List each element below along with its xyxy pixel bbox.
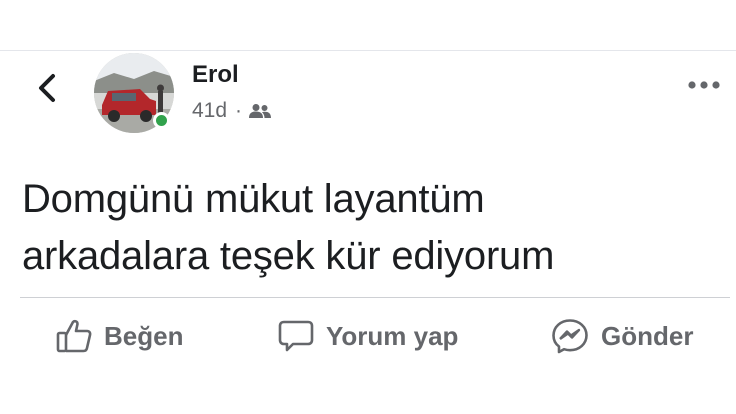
- comment-bubble-icon: [278, 320, 314, 352]
- post-actions-bar: Beğen Yorum yap Gönder: [0, 313, 736, 359]
- send-button[interactable]: Gönder: [551, 313, 693, 359]
- post-text-line-1: Domgünü mükut layantüm: [22, 177, 485, 221]
- like-button[interactable]: Beğen: [56, 313, 183, 359]
- post-meta: 41d ·: [192, 99, 272, 123]
- back-chevron-icon: [39, 74, 55, 102]
- back-button[interactable]: [30, 71, 64, 105]
- post-text: Domgünü mükut layantüm arkadalara teşek …: [22, 171, 722, 285]
- meta-separator: ·: [235, 99, 243, 122]
- send-label: Gönder: [601, 320, 694, 351]
- post-card: Erol 41d · Domgünü mükut layantüm arkada…: [0, 50, 736, 363]
- avatar-container[interactable]: [94, 53, 174, 133]
- screen: Erol 41d · Domgünü mükut layantüm arkada…: [0, 0, 736, 414]
- online-status-indicator: [153, 112, 170, 129]
- friends-icon: [249, 104, 272, 118]
- post-time[interactable]: 41d: [192, 99, 227, 123]
- like-label: Beğen: [104, 320, 184, 351]
- more-horizontal-icon: [688, 81, 720, 89]
- thumbs-up-icon: [56, 319, 92, 353]
- comment-button[interactable]: Yorum yap: [278, 313, 458, 359]
- post-text-line-2: arkadalara teşek kür ediyorum: [22, 234, 555, 278]
- messenger-icon: [552, 319, 588, 354]
- comment-label: Yorum yap: [326, 320, 459, 351]
- actions-divider: [20, 297, 730, 298]
- more-options-button[interactable]: [686, 73, 722, 97]
- author-name[interactable]: Erol: [192, 61, 239, 89]
